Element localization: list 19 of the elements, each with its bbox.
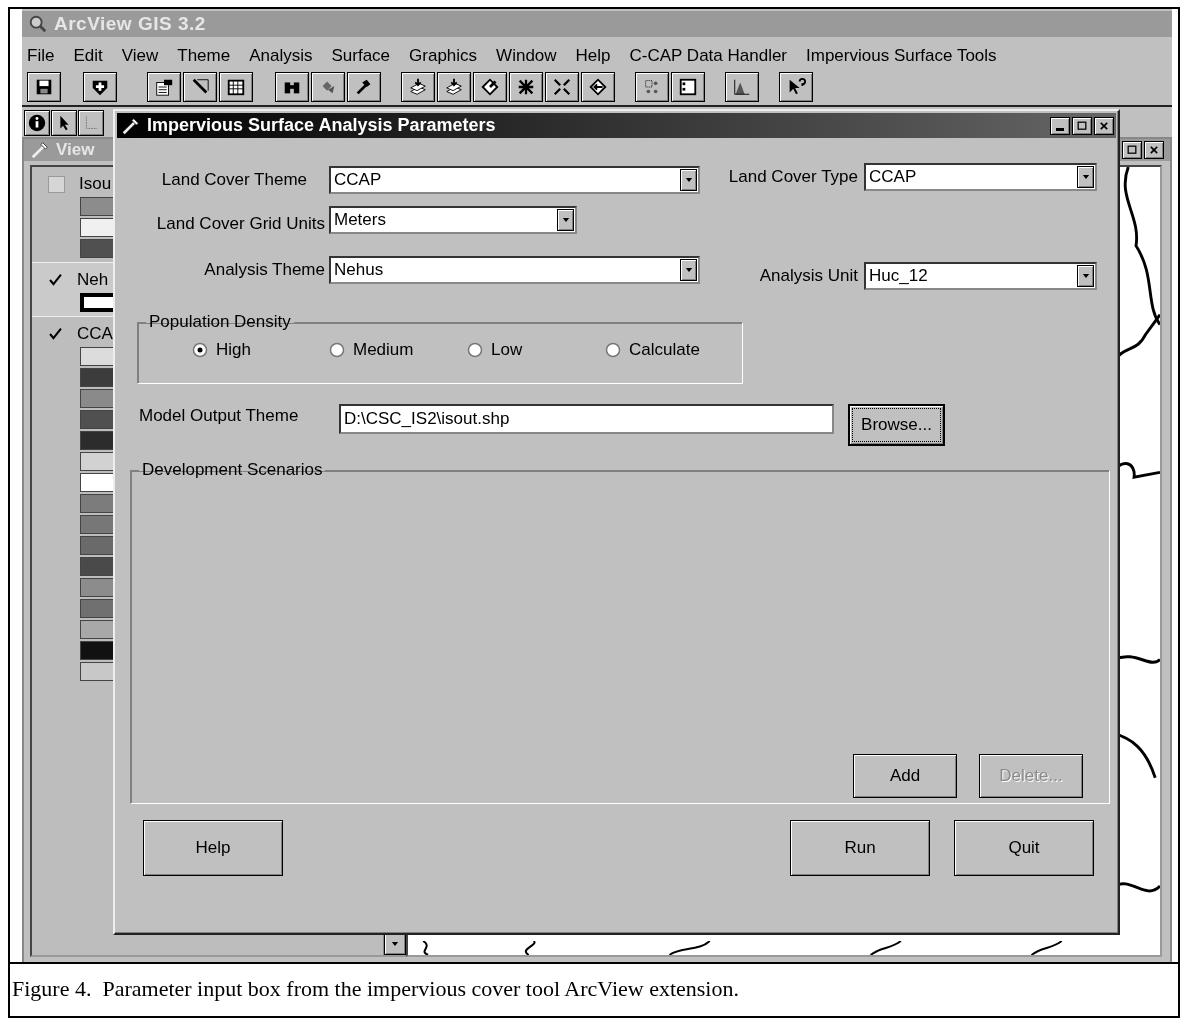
group-label: Population Density [148,312,292,332]
figure-caption: Figure 4. Parameter input box from the impervious cover tool ArcView extension. [8,962,1180,1018]
field-label: Analysis Unit [758,266,859,286]
window-title: ArcView GIS 3.2 [54,13,206,35]
theme-name: Neh [77,270,109,290]
field-label: Analysis Theme [203,260,325,280]
theme-name: CCA [77,324,113,344]
dialog-title: Impervious Surface Analysis Parameters [147,115,497,136]
theme-name: Isou [79,174,112,194]
radio-label: Calculate [629,340,700,360]
radio-label: Low [491,340,523,360]
radio-label: Medium [353,340,414,360]
field-label: Land Cover Type [727,167,859,187]
group-label: Development Scenarios [141,460,324,480]
field-label: Land Cover Grid Units [155,214,325,234]
radio-label: High [216,340,251,360]
field-label: Model Output Theme [139,406,300,426]
window-title: View [56,140,95,160]
field-label: Land Cover Theme [160,170,308,190]
